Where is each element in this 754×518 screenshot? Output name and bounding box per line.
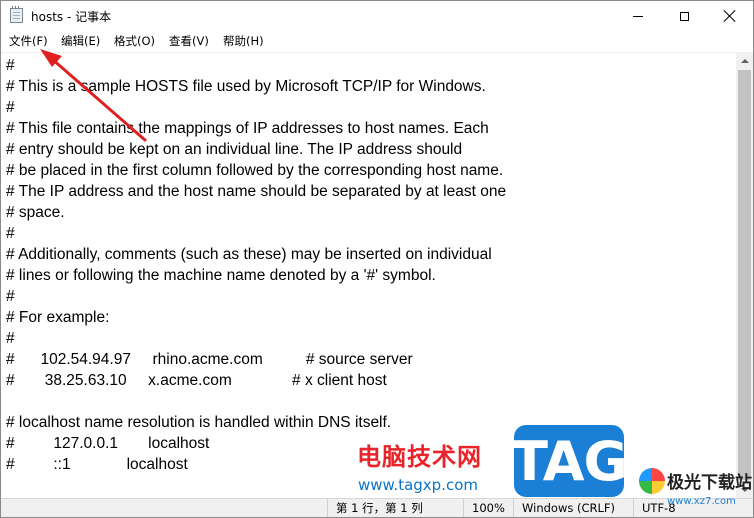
status-line-ending: Windows (CRLF)	[513, 499, 633, 517]
status-cursor-position: 第 1 行，第 1 列	[327, 499, 463, 517]
menu-help[interactable]: 帮助(H)	[223, 33, 264, 49]
menu-file[interactable]: 文件(F)	[9, 33, 48, 49]
scroll-thumb[interactable]	[738, 70, 751, 480]
notepad-icon	[10, 6, 23, 23]
maximize-icon	[679, 11, 689, 21]
watermark-site-name: 电脑技术网	[357, 443, 482, 471]
title-bar[interactable]: hosts - 记事本	[1, 1, 753, 31]
window-title: hosts - 记事本	[31, 10, 112, 24]
minimize-button[interactable]	[615, 1, 661, 31]
watermark-site-url: www.tagxp.com	[358, 476, 478, 494]
watermark-second-site-name: 极光下载站	[667, 473, 752, 493]
close-icon	[724, 10, 736, 22]
document-text[interactable]: # # This is a sample HOSTS file used by …	[1, 53, 736, 475]
menu-view[interactable]: 查看(V)	[169, 33, 209, 49]
menu-format[interactable]: 格式(O)	[114, 33, 155, 49]
aurora-logo-icon	[639, 468, 665, 494]
minimize-icon	[633, 15, 643, 17]
watermark-second-site: 极光下载站 www.xz7.com	[639, 466, 754, 516]
chevron-up-icon	[740, 58, 749, 63]
maximize-button[interactable]	[661, 1, 707, 31]
menu-bar: 文件(F) 编辑(E) 格式(O) 查看(V) 帮助(H)	[1, 31, 753, 51]
watermark-second-site-url: www.xz7.com	[667, 496, 736, 507]
close-button[interactable]	[707, 1, 753, 31]
vertical-scrollbar[interactable]	[736, 52, 753, 498]
status-zoom: 100%	[463, 499, 513, 517]
scroll-up-button[interactable]	[736, 52, 753, 69]
watermark-logo: TAG	[511, 425, 628, 497]
menu-edit[interactable]: 编辑(E)	[61, 33, 100, 49]
